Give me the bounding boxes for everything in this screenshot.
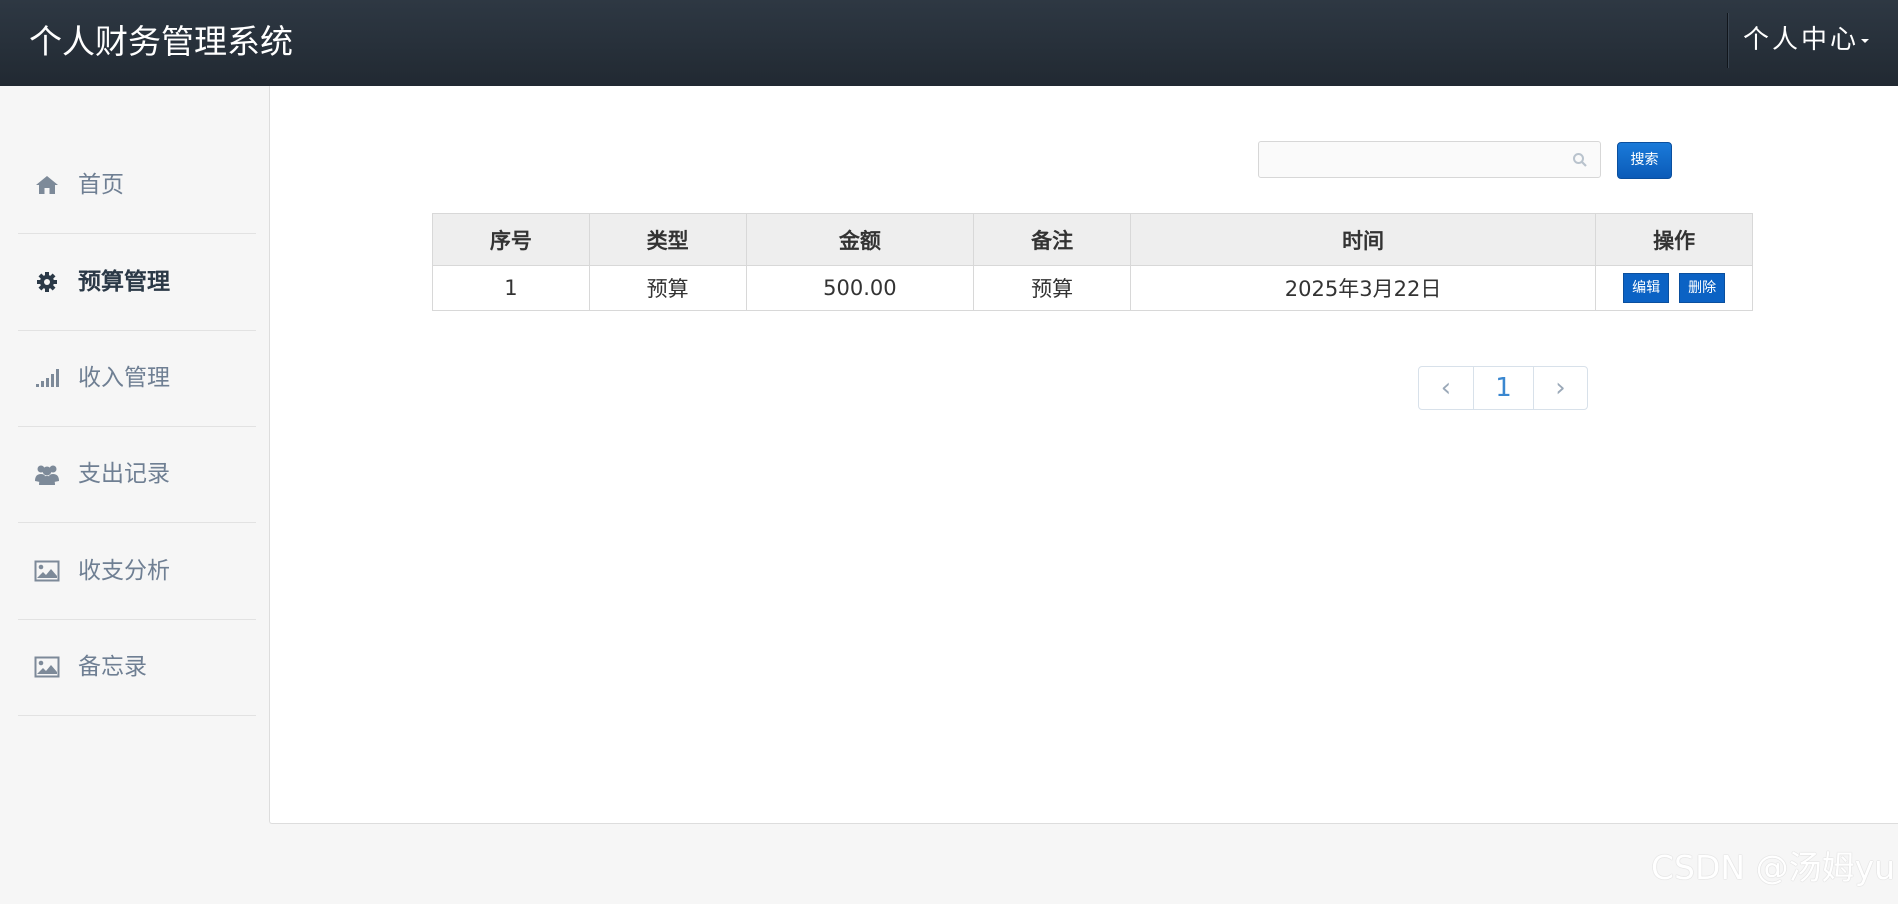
page-number-button[interactable]: 1 bbox=[1474, 367, 1534, 409]
table-header-row: 序号 类型 金额 备注 时间 操作 bbox=[432, 213, 1753, 266]
users-icon bbox=[35, 465, 59, 485]
sidebar-item-label: 收支分析 bbox=[78, 558, 170, 584]
sidebar-item-budget[interactable]: 预算管理 bbox=[18, 234, 256, 331]
cell-time: 2025年3月22日 bbox=[1129, 265, 1597, 311]
column-header-index: 序号 bbox=[432, 213, 590, 266]
cell-type: 预算 bbox=[588, 265, 747, 311]
cell-note: 预算 bbox=[973, 265, 1131, 311]
sidebar: 首页 预算管理 收入管理 支出记录 收支分析 备忘录 bbox=[0, 86, 268, 904]
sidebar-item-memo[interactable]: 备忘录 bbox=[18, 619, 256, 716]
sidebar-item-label: 备忘录 bbox=[78, 654, 147, 680]
search-field bbox=[1258, 141, 1601, 178]
sidebar-item-expense[interactable]: 支出记录 bbox=[18, 426, 256, 523]
image-icon bbox=[34, 560, 60, 582]
navbar-divider bbox=[1727, 13, 1728, 68]
column-header-amount: 金额 bbox=[745, 213, 975, 266]
sidebar-item-label: 首页 bbox=[78, 172, 124, 198]
search-input[interactable] bbox=[1259, 142, 1579, 177]
image-icon bbox=[34, 656, 60, 678]
signal-bars-icon bbox=[36, 369, 59, 387]
sidebar-item-home[interactable]: 首页 bbox=[18, 137, 256, 234]
sidebar-item-income[interactable]: 收入管理 bbox=[18, 330, 256, 427]
column-header-time: 时间 bbox=[1129, 213, 1597, 266]
watermark: CSDN @汤姆yu bbox=[1651, 848, 1896, 887]
next-page-button[interactable]: › bbox=[1534, 367, 1587, 409]
home-icon bbox=[36, 176, 58, 194]
prev-page-button[interactable]: ‹ bbox=[1419, 367, 1474, 409]
delete-button[interactable]: 删除 bbox=[1679, 273, 1726, 303]
top-navbar: 个人财务管理系统 个人中心 bbox=[0, 0, 1898, 86]
sidebar-item-label: 支出记录 bbox=[78, 461, 170, 487]
edit-button[interactable]: 编辑 bbox=[1623, 273, 1670, 303]
search-button[interactable]: 搜索 bbox=[1617, 142, 1672, 179]
app-title[interactable]: 个人财务管理系统 bbox=[29, 22, 293, 62]
column-header-note: 备注 bbox=[973, 213, 1131, 266]
chevron-down-icon bbox=[1861, 38, 1870, 43]
column-header-actions: 操作 bbox=[1595, 213, 1753, 266]
sidebar-item-label: 收入管理 bbox=[78, 365, 170, 391]
budget-table: 序号 类型 金额 备注 时间 操作 1 预算 500.00 预算 2025年3月… bbox=[432, 213, 1753, 311]
table-row: 1 预算 500.00 预算 2025年3月22日 编辑 删除 bbox=[432, 265, 1753, 311]
user-center-dropdown[interactable]: 个人中心 bbox=[1743, 23, 1870, 57]
cell-amount: 500.00 bbox=[745, 265, 975, 311]
cell-actions: 编辑 删除 bbox=[1595, 265, 1753, 311]
sidebar-item-analysis[interactable]: 收支分析 bbox=[18, 523, 256, 620]
cell-index: 1 bbox=[432, 265, 590, 311]
search-icon[interactable] bbox=[1572, 152, 1588, 168]
gear-icon bbox=[37, 272, 57, 292]
pagination: ‹ 1 › bbox=[1418, 366, 1588, 410]
sidebar-item-label: 预算管理 bbox=[78, 269, 170, 295]
main-content-panel bbox=[269, 86, 1898, 824]
user-center-label: 个人中心 bbox=[1743, 25, 1860, 55]
column-header-type: 类型 bbox=[588, 213, 747, 266]
